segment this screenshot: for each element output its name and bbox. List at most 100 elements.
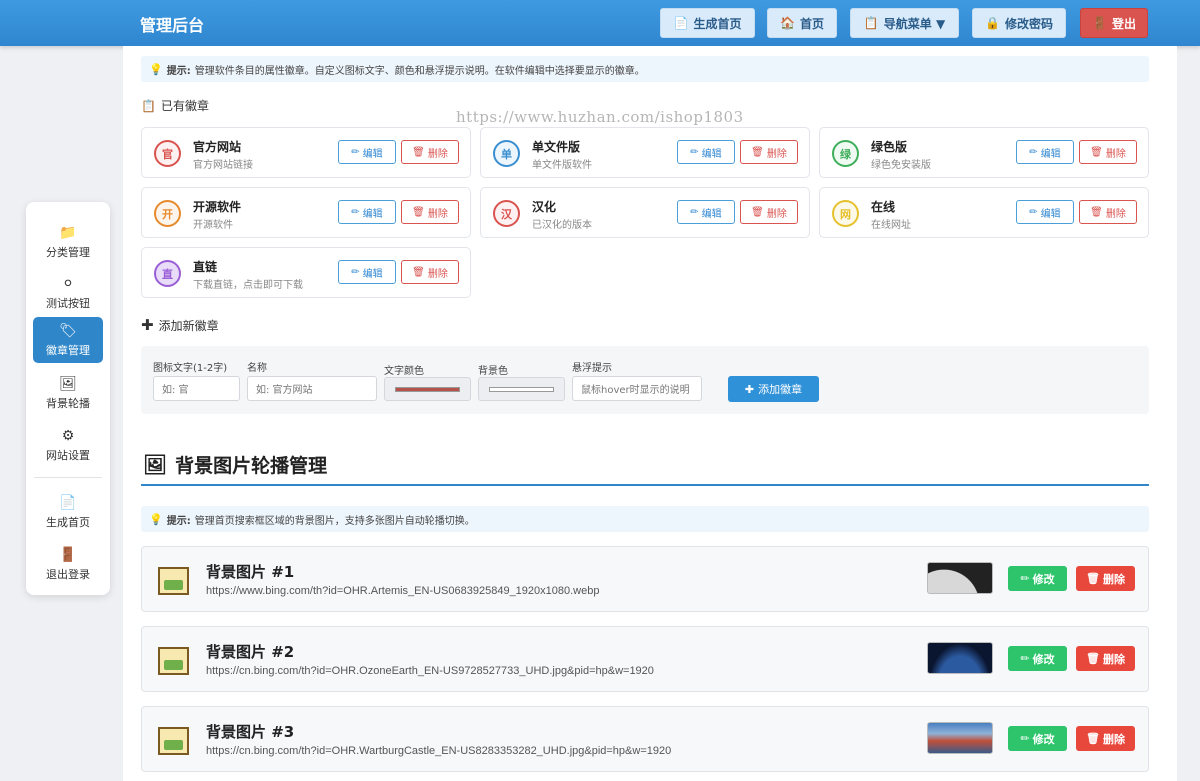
delete-badge-button[interactable]: 🗑 删除	[740, 200, 798, 224]
add-badge-button[interactable]: ✚ 添加徽章	[728, 376, 819, 402]
badge-icon: 绿	[832, 140, 859, 167]
name-label: 名称	[247, 363, 267, 374]
sidebar-item-settings[interactable]: ⚙ 网站设置	[33, 422, 103, 468]
trash-icon: 🗑	[412, 266, 425, 278]
logout-button[interactable]: 🚪 登出	[1080, 8, 1148, 38]
background-title: 背景图片 #1	[206, 563, 295, 581]
badge-icon: 直	[154, 260, 181, 287]
text-color-picker[interactable]	[384, 377, 471, 401]
home-button[interactable]: 🏠 首页	[767, 8, 837, 38]
edit-badge-button[interactable]: ✏ 编辑	[1016, 200, 1074, 224]
badge-desc: 下载直链，点击即可下载	[193, 280, 303, 291]
bg-color-swatch	[489, 387, 554, 392]
badge-icon: 开	[154, 200, 181, 227]
modify-background-button[interactable]: ✏ 修改	[1008, 646, 1067, 671]
document-icon: 📄	[59, 494, 77, 511]
watermark: https://www.huzhan.com/ishop1803	[456, 108, 744, 126]
badge-desc: 在线网址	[871, 220, 911, 231]
edit-badge-button[interactable]: ✏ 编辑	[338, 260, 396, 284]
clipboard-icon: 📋	[141, 98, 156, 113]
delete-background-button[interactable]: 🗑 删除	[1076, 726, 1135, 751]
add-badge-heading: ✚ 添加新徽章	[141, 316, 219, 334]
delete-background-button[interactable]: 🗑 删除	[1076, 646, 1135, 671]
trash-icon: 🗑	[1086, 652, 1100, 665]
badge-name: 官方网站	[193, 140, 242, 154]
background-thumbnail	[927, 722, 993, 754]
picture-icon: 🖼	[59, 375, 77, 392]
badge-icon: 网	[832, 200, 859, 227]
nav-menu-dropdown[interactable]: 📋 导航菜单 ▼	[850, 8, 959, 38]
add-badge-form: 图标文字(1-2字) 如: 官 名称 如: 官方网站 文字颜色 背景色 悬浮提示…	[141, 346, 1149, 414]
name-input[interactable]: 如: 官方网站	[247, 376, 377, 401]
edit-badge-button[interactable]: ✏ 编辑	[338, 140, 396, 164]
text-color-swatch	[395, 387, 460, 392]
badge-card: 开开源软件 开源软件 ✏ 编辑 🗑 删除	[141, 187, 471, 238]
lightbulb-icon: 💡	[149, 62, 163, 76]
bg-color-label: 背景色	[478, 366, 508, 377]
home-icon: 🏠	[780, 16, 795, 30]
background-thumbnail	[927, 562, 993, 594]
app-title: 管理后台	[140, 16, 205, 35]
edit-badge-button[interactable]: ✏ 编辑	[338, 200, 396, 224]
badge-icon: 官	[154, 140, 181, 167]
pencil-icon: ✏	[1020, 652, 1030, 665]
existing-badges-heading: 📋 已有徽章	[141, 98, 209, 114]
delete-background-button[interactable]: 🗑 删除	[1076, 566, 1135, 591]
text-color-label: 文字颜色	[384, 366, 424, 377]
sidebar-item-badges[interactable]: 🏷 徽章管理	[33, 317, 103, 363]
delete-badge-button[interactable]: 🗑 删除	[1079, 140, 1137, 164]
delete-badge-button[interactable]: 🗑 删除	[401, 200, 459, 224]
picture-icon	[158, 567, 189, 595]
sidebar-divider	[34, 477, 102, 478]
trash-icon: 🗑	[751, 146, 764, 158]
tag-icon: 🏷	[59, 322, 77, 339]
sidebar-item-categories[interactable]: 📁 分类管理	[33, 219, 103, 265]
tooltip-input[interactable]: 鼠标hover时显示的说明	[572, 376, 702, 401]
background-url: https://cn.bing.com/th?id=OHR.OzoneEarth…	[206, 665, 654, 677]
sidebar-item-test-button[interactable]: ⚪ 测试按钮	[33, 270, 103, 316]
delete-badge-button[interactable]: 🗑 删除	[740, 140, 798, 164]
delete-badge-button[interactable]: 🗑 删除	[401, 140, 459, 164]
plus-icon: ✚	[744, 382, 755, 396]
document-icon: 📄	[673, 16, 689, 30]
sidebar-item-generate-homepage[interactable]: 📄 生成首页	[33, 489, 103, 535]
carousel-tip: 💡 提示: 管理首页搜索框区域的背景图片，支持多张图片自动轮播切换。	[141, 506, 1149, 532]
sidebar-item-logout[interactable]: 🚪 退出登录	[33, 541, 103, 587]
edit-badge-button[interactable]: ✏ 编辑	[677, 140, 735, 164]
pencil-icon: ✏	[1020, 732, 1030, 745]
background-url: https://www.bing.com/th?id=OHR.Artemis_E…	[206, 585, 600, 597]
badge-name: 绿色版	[871, 140, 908, 154]
delete-badge-button[interactable]: 🗑 删除	[401, 260, 459, 284]
sidebar: 📁 分类管理 ⚪ 测试按钮 🏷 徽章管理 🖼 背景轮播 ⚙ 网站设置 📄 生成首…	[26, 202, 110, 595]
badge-icon: 单	[493, 140, 520, 167]
trash-icon: 🗑	[412, 206, 425, 218]
badge-card: 汉汉化 已汉化的版本 ✏ 编辑 🗑 删除	[480, 187, 810, 238]
change-password-button[interactable]: 🔒 修改密码	[972, 8, 1066, 38]
sidebar-item-carousel[interactable]: 🖼 背景轮播	[33, 370, 103, 416]
icon-text-input[interactable]: 如: 官	[153, 376, 240, 401]
main-content: 💡 提示: 管理软件条目的属性徽章。自定义图标文字、颜色和悬浮提示说明。在软件编…	[123, 46, 1177, 781]
modify-background-button[interactable]: ✏ 修改	[1008, 566, 1067, 591]
edit-badge-button[interactable]: ✏ 编辑	[1016, 140, 1074, 164]
bg-color-picker[interactable]	[478, 377, 565, 401]
badge-desc: 已汉化的版本	[532, 220, 592, 231]
pencil-icon: ✏	[690, 146, 699, 158]
badge-icon: 汉	[493, 200, 520, 227]
gear-icon: ⚙	[61, 427, 75, 444]
door-icon: 🚪	[59, 546, 77, 563]
lightbulb-icon: 💡	[149, 512, 163, 526]
circle-icon: ⚪	[62, 275, 74, 292]
generate-homepage-button[interactable]: 📄 生成首页	[660, 8, 755, 38]
lock-icon: 🔒	[985, 16, 1000, 30]
badge-name: 开源软件	[193, 200, 242, 214]
badge-desc: 单文件版软件	[532, 160, 592, 171]
section-divider	[141, 484, 1149, 486]
pencil-icon: ✏	[351, 146, 360, 158]
badge-card: 直直链下载直链，点击即可下载 ✏ 编辑 🗑 删除	[141, 247, 471, 298]
badge-desc: 官方网站链接	[193, 160, 253, 171]
edit-badge-button[interactable]: ✏ 编辑	[677, 200, 735, 224]
badge-name: 在线	[871, 200, 896, 214]
delete-badge-button[interactable]: 🗑 删除	[1079, 200, 1137, 224]
badge-name: 直链	[193, 260, 218, 274]
modify-background-button[interactable]: ✏ 修改	[1008, 726, 1067, 751]
